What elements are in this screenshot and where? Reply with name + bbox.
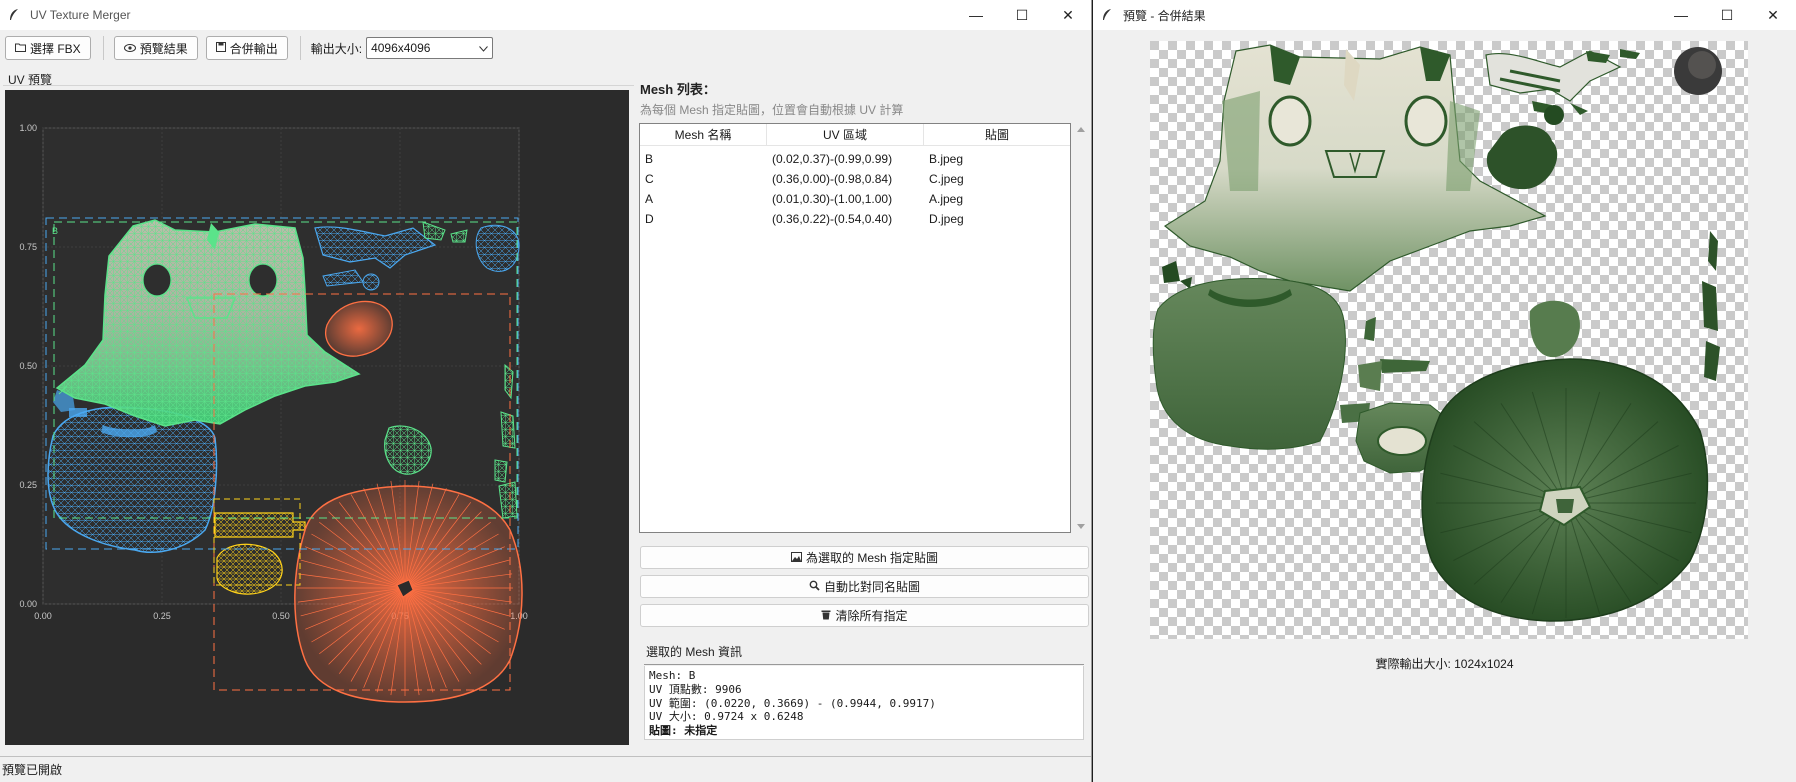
cell-region: (0.01,0.30)-(1.00,1.00)	[772, 192, 893, 206]
column-header-name[interactable]: Mesh 名稱	[640, 124, 767, 145]
table-row[interactable]: C (0.36,0.00)-(0.98,0.84) C.jpeg	[640, 169, 1070, 189]
mesh-table[interactable]: Mesh 名稱 UV 區域 貼圖 B (0.02,0.37)-(0.99,0.9…	[639, 123, 1071, 533]
auto-match-label: 自動比對同名貼圖	[823, 580, 920, 594]
info-line: UV 範圍: (0.0220, 0.3669) - (0.9944, 0.991…	[649, 696, 936, 710]
x-tick-label: 0.00	[34, 611, 52, 621]
cell-name: C	[645, 172, 654, 186]
output-size-value: 4096x4096	[371, 41, 431, 55]
toolbar-separator	[102, 36, 104, 60]
close-button[interactable]: ✕	[1045, 0, 1091, 30]
cell-name: A	[645, 192, 654, 206]
eye-icon	[123, 41, 136, 55]
cell-texture: A.jpeg	[929, 192, 964, 206]
feather-icon	[6, 7, 22, 23]
clear-all-label: 清除所有指定	[835, 609, 908, 623]
close-button[interactable]: ✕	[1750, 0, 1796, 30]
preview-title-bar[interactable]: 預覽 - 合併結果 — ☐ ✕	[1093, 0, 1796, 30]
minimize-button[interactable]: —	[1658, 0, 1704, 30]
preview-label: 預覽結果	[139, 41, 188, 56]
save-icon	[215, 41, 226, 55]
preview-window: 預覽 - 合併結果 — ☐ ✕ 實際輸出大小: 1024x1024	[1093, 0, 1796, 782]
assign-texture-button[interactable]: 為選取的 Mesh 指定貼圖	[640, 546, 1089, 569]
info-line: UV 頂點數: 9906	[649, 682, 742, 696]
selected-info-text: Mesh: B UV 頂點數: 9906 UV 範圍: (0.0220, 0.366…	[644, 666, 1084, 740]
status-text: 預覽已開啟	[2, 763, 63, 777]
table-scrollbar[interactable]	[1073, 123, 1089, 533]
column-header-texture[interactable]: 貼圖	[924, 124, 1070, 145]
y-tick-label: 0.00	[19, 599, 37, 609]
status-bar: 預覽已開啟	[0, 756, 1091, 782]
window-title: UV Texture Merger	[30, 8, 131, 22]
output-size-footer: 實際輸出大小: 1024x1024	[1375, 657, 1514, 671]
cell-name: B	[645, 152, 654, 166]
x-tick-label: 0.25	[153, 611, 171, 621]
output-size-select[interactable]: 4096x4096	[366, 37, 494, 59]
y-tick-label: 0.75	[19, 242, 37, 252]
merge-export-label: 合併輸出	[229, 41, 278, 56]
column-header-uv-region[interactable]: UV 區域	[767, 124, 924, 145]
main-window: UV Texture Merger — ☐ ✕ 選擇 FBX 預覽結果 合併輸出	[0, 0, 1092, 782]
magnifier-icon	[809, 580, 820, 594]
groupbox-border	[3, 85, 634, 86]
cell-region: (0.36,0.00)-(0.98,0.84)	[772, 172, 893, 186]
cell-texture: B.jpeg	[929, 152, 964, 166]
cell-region: (0.02,0.37)-(0.99,0.99)	[772, 152, 893, 166]
y-tick-label: 0.50	[19, 361, 37, 371]
trash-icon	[821, 609, 831, 623]
maximize-button[interactable]: ☐	[1704, 0, 1750, 30]
cell-texture: C.jpeg	[929, 172, 964, 186]
toolbar: 選擇 FBX 預覽結果 合併輸出 輸出大小: 4096x4096	[0, 30, 1091, 66]
assign-texture-label: 為選取的 Mesh 指定貼圖	[805, 551, 938, 565]
folder-icon	[15, 41, 26, 55]
table-row[interactable]: D (0.36,0.22)-(0.54,0.40) D.jpeg	[640, 209, 1070, 229]
info-line: 貼圖: 未指定	[649, 724, 718, 738]
minimize-button[interactable]: —	[953, 0, 999, 30]
chevron-down-icon	[479, 41, 488, 55]
y-axis-ticks: 1.00 0.75 0.50 0.25 0.00	[19, 123, 37, 609]
output-size-label: 輸出大小:	[310, 41, 363, 56]
info-line: UV 大小: 0.9724 x 0.6248	[649, 710, 804, 724]
bounds-label: B	[52, 226, 58, 236]
feather-icon	[1099, 7, 1115, 23]
y-tick-label: 1.00	[19, 123, 37, 133]
cell-name: D	[645, 212, 654, 226]
uv-preview-canvas[interactable]: 0.00 0.25 0.50 0.75 1.00 1.00 0.75 0.50 0.25 0.0…	[5, 90, 629, 745]
merge-export-button[interactable]: 合併輸出	[205, 36, 288, 60]
mesh-list-title: Mesh 列表：	[640, 82, 716, 97]
groupbox-border	[644, 664, 1084, 665]
toolbar-separator	[299, 36, 301, 60]
info-line: Mesh: B	[649, 669, 696, 682]
mesh-list-hint: 為每個 Mesh 指定貼圖，位置會自動根據 UV 計算	[640, 103, 904, 117]
preview-window-title: 預覽 - 合併結果	[1123, 8, 1206, 23]
image-icon	[790, 551, 802, 565]
table-header: Mesh 名稱 UV 區域 貼圖	[640, 124, 1070, 146]
preview-button[interactable]: 預覽結果	[113, 36, 198, 60]
merged-texture-preview	[1150, 41, 1748, 639]
table-row[interactable]: A (0.01,0.30)-(1.00,1.00) A.jpeg	[640, 189, 1070, 209]
x-tick-label: 0.50	[272, 611, 290, 621]
cell-region: (0.36,0.22)-(0.54,0.40)	[772, 212, 893, 226]
maximize-button[interactable]: ☐	[999, 0, 1045, 30]
clear-all-button[interactable]: 清除所有指定	[640, 604, 1089, 627]
select-fbx-label: 選擇 FBX	[30, 41, 81, 56]
preview-image	[1150, 41, 1748, 639]
uv-plot: 0.00 0.25 0.50 0.75 1.00 1.00 0.75 0.50 0.25 0.0…	[19, 123, 528, 703]
table-row[interactable]: B (0.02,0.37)-(0.99,0.99) B.jpeg	[640, 149, 1070, 169]
auto-match-button[interactable]: 自動比對同名貼圖	[640, 575, 1089, 598]
select-fbx-button[interactable]: 選擇 FBX	[5, 36, 91, 60]
title-bar[interactable]: UV Texture Merger — ☐ ✕	[0, 0, 1091, 30]
y-tick-label: 0.25	[19, 480, 37, 490]
cell-texture: D.jpeg	[929, 212, 964, 226]
selected-info-label: 選取的 Mesh 資訊	[646, 645, 743, 659]
